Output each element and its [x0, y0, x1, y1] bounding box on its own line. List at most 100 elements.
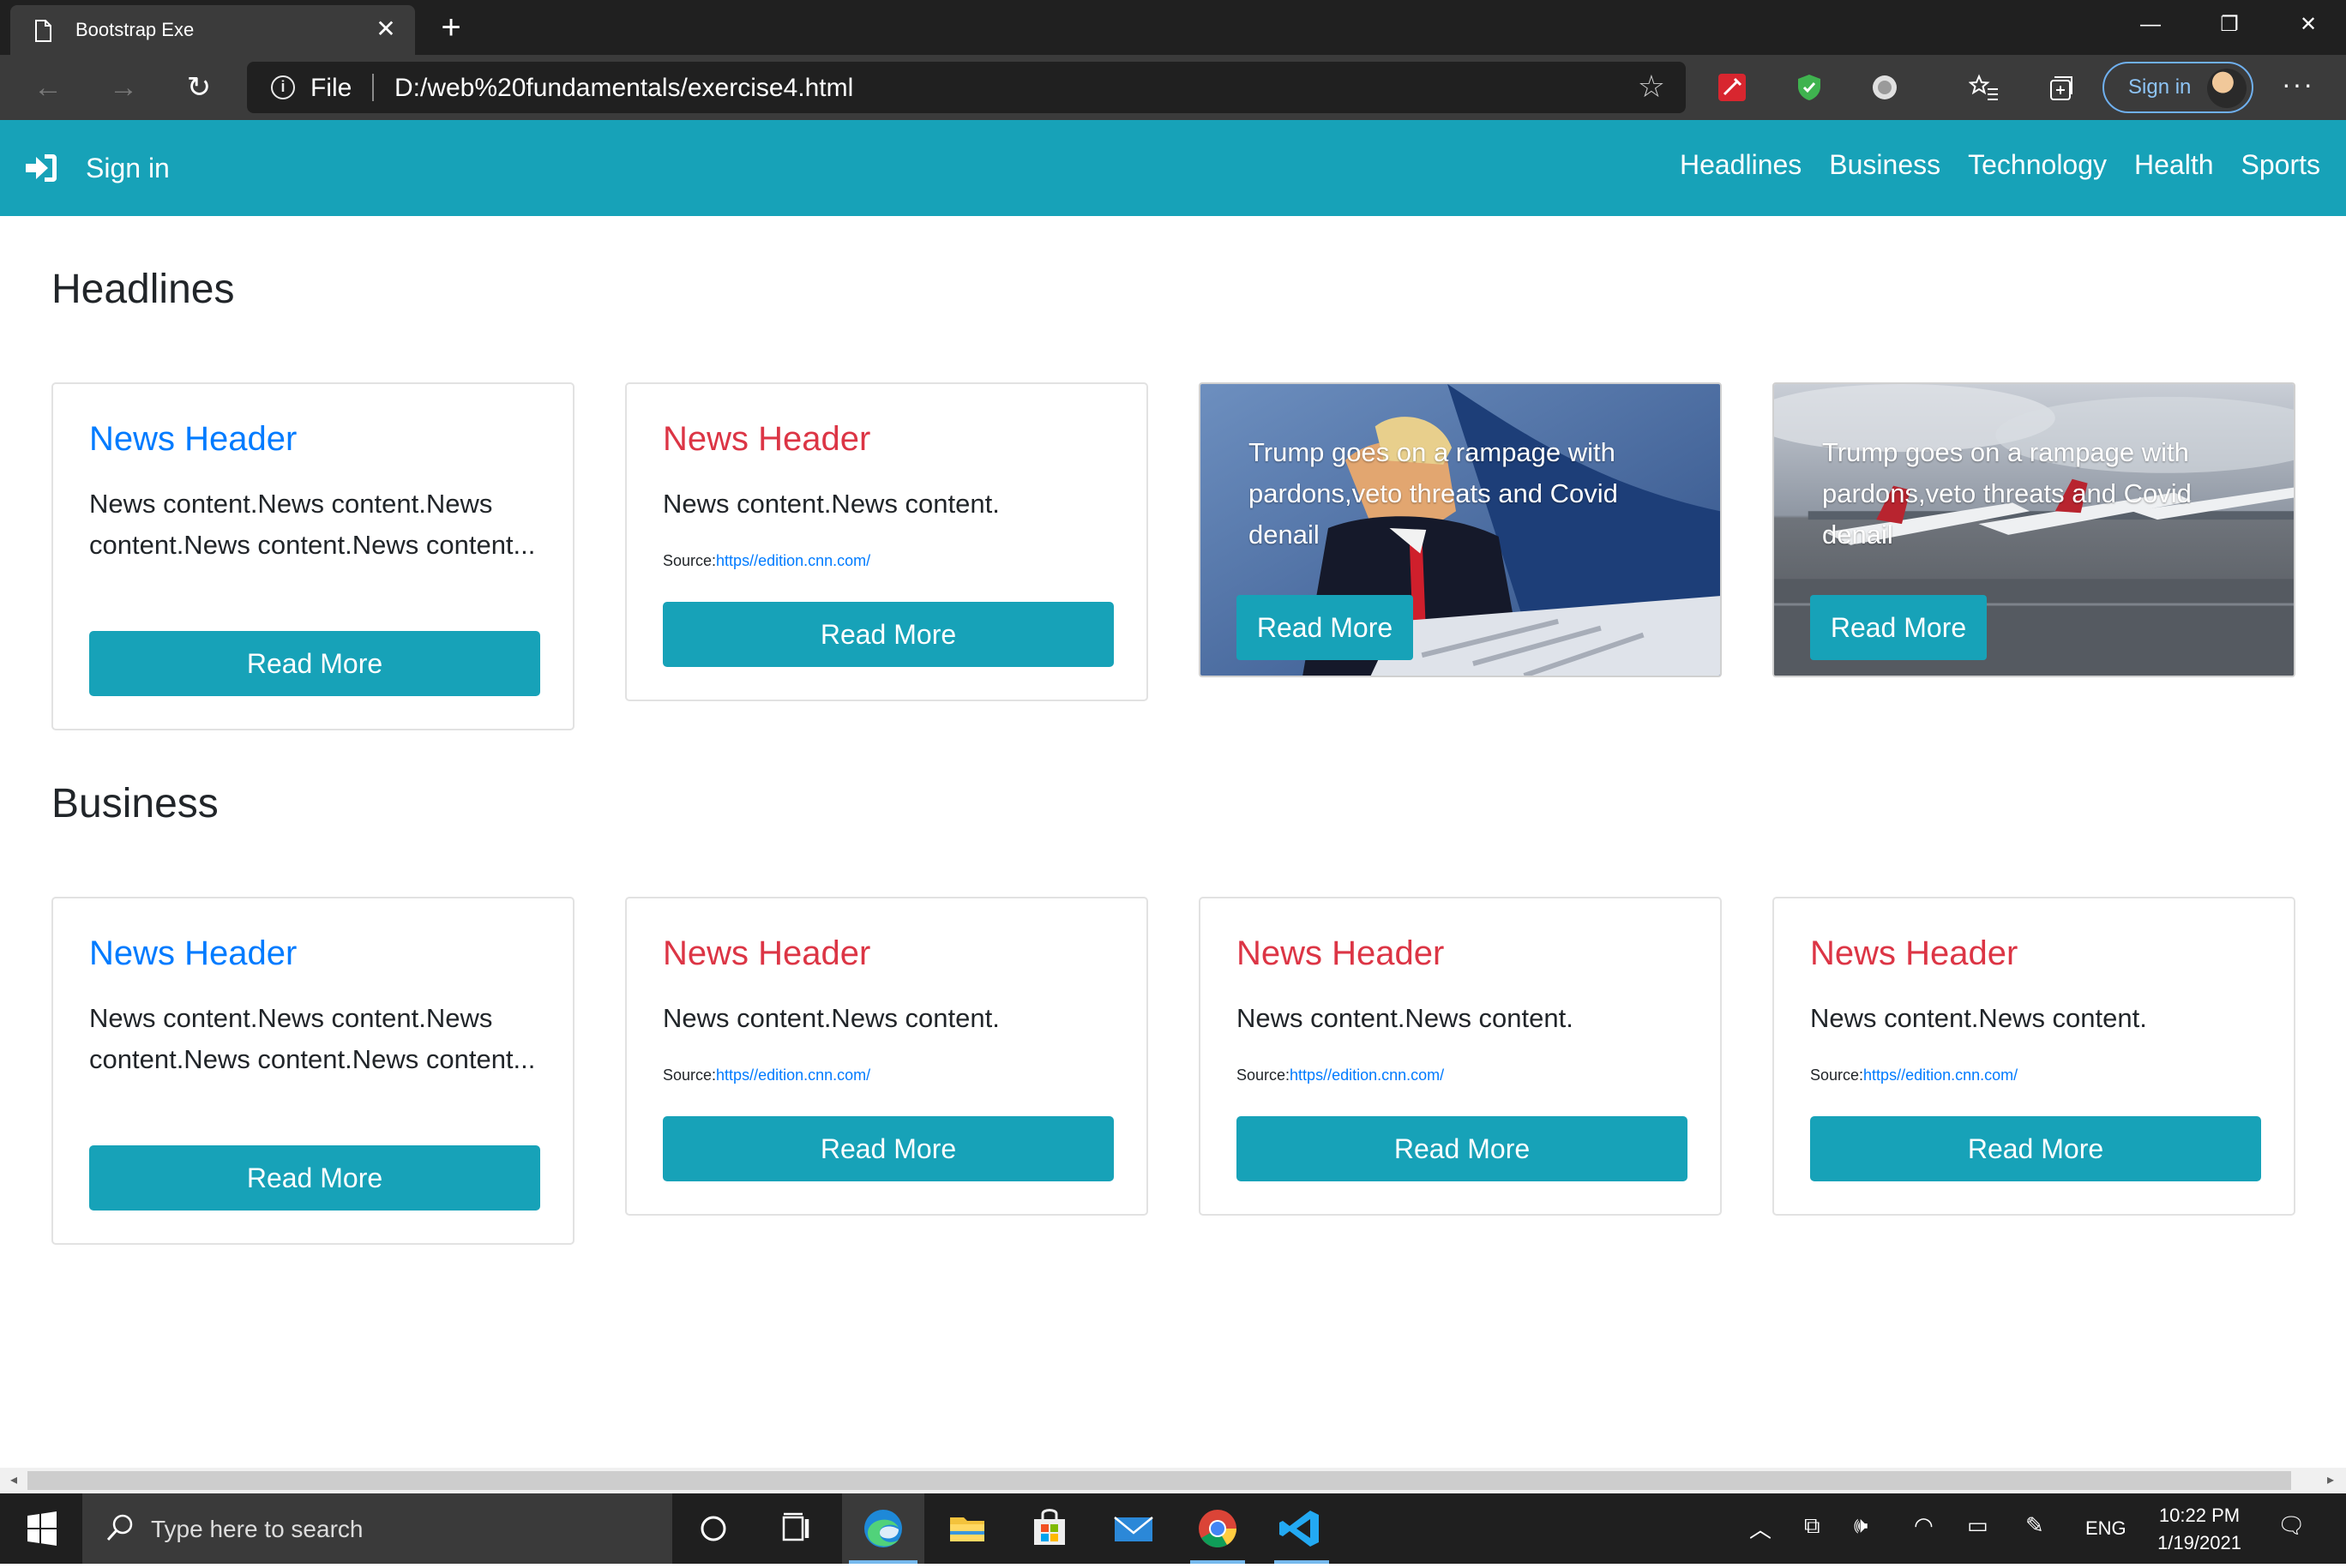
url-scheme: File [310, 74, 352, 102]
address-bar: ← → ↻ i File D:/web%20fundamentals/exerc… [0, 55, 2346, 120]
page-icon [35, 20, 51, 42]
close-tab-icon[interactable]: ✕ [372, 15, 400, 43]
edge-icon [864, 1510, 902, 1547]
business-card: News Header News content.News content.Ne… [51, 897, 574, 1245]
record-icon[interactable] [1869, 72, 1900, 103]
page-viewport: Sign in Headlines Business Technology He… [0, 120, 2346, 1468]
language-indicator[interactable]: ENG [2085, 1517, 2126, 1540]
nav-link-health[interactable]: Health [2134, 149, 2214, 181]
clock[interactable]: 10:22 PM 1/19/2021 [2135, 1502, 2264, 1557]
news-header[interactable]: News Header [663, 934, 870, 973]
source-label: Source: [1810, 1066, 1864, 1084]
url-box[interactable]: i File D:/web%20fundamentals/exercise4.h… [247, 62, 1686, 113]
profile-button[interactable]: Sign in [2102, 62, 2253, 113]
vscode-icon [1279, 1511, 1319, 1547]
scroll-right-icon[interactable]: ▸ [2320, 1468, 2341, 1493]
file-explorer-taskbar[interactable] [926, 1493, 1008, 1564]
cortana-icon[interactable] [672, 1493, 755, 1564]
nav-link-headlines[interactable]: Headlines [1680, 149, 1802, 181]
source-link[interactable]: https//edition.cnn.com/ [1290, 1066, 1444, 1084]
taskbar-search[interactable]: Type here to search [82, 1493, 672, 1564]
source-label: Source: [663, 552, 717, 569]
news-header[interactable]: News Header [1236, 934, 1444, 973]
store-icon [1034, 1509, 1065, 1545]
section-title-business: Business [51, 781, 219, 826]
news-content: News content.News content. [663, 1003, 1000, 1033]
collections-icon[interactable] [2046, 72, 2077, 103]
news-header[interactable]: News Header [89, 934, 297, 973]
show-hidden-icons[interactable]: ︿ [1749, 1512, 1772, 1544]
read-more-button[interactable]: Read More [663, 602, 1114, 667]
read-more-button[interactable]: Read More [663, 1116, 1114, 1181]
sign-in-icon [26, 154, 57, 182]
windows-start-icon[interactable] [0, 1493, 82, 1564]
favorite-star-icon[interactable]: ☆ [1638, 69, 1665, 105]
tab-strip: Bootstrap Exe ✕ + — ❐ ✕ [0, 0, 2346, 55]
battery-icon[interactable]: ▭ [1967, 1512, 1988, 1539]
pen-icon[interactable]: ✎ [2025, 1512, 2044, 1539]
news-header[interactable]: News Header [663, 420, 870, 459]
nav-link-business[interactable]: Business [1829, 149, 1940, 181]
store-taskbar[interactable] [1008, 1493, 1091, 1564]
mail-taskbar[interactable] [1092, 1493, 1175, 1564]
vscode-taskbar[interactable] [1260, 1493, 1343, 1564]
news-header[interactable]: News Header [1810, 934, 2018, 973]
source-link[interactable]: https//edition.cnn.com/ [1863, 1066, 2018, 1084]
notifications-icon[interactable]: 🗨 [2277, 1512, 2306, 1539]
source-line: Source:https//edition.cnn.com/ [663, 1066, 870, 1084]
business-card: News Header News content.News content. S… [1772, 897, 2295, 1216]
favorites-icon[interactable] [1969, 72, 2000, 103]
read-more-button[interactable]: Read More [1810, 1116, 2261, 1181]
restore-button[interactable]: ❐ [2190, 0, 2269, 51]
minimize-button[interactable]: — [2111, 0, 2190, 51]
source-label: Source: [663, 1066, 717, 1084]
read-more-button[interactable]: Read More [89, 1145, 540, 1211]
scrollbar-thumb[interactable] [27, 1471, 2291, 1490]
overlay-headline[interactable]: Trump goes on a rampage with pardons,vet… [1248, 432, 1660, 556]
close-window-button[interactable]: ✕ [2269, 0, 2346, 51]
volume-icon[interactable]: 🕪 [1854, 1512, 1868, 1540]
info-icon[interactable]: i [271, 75, 295, 99]
avatar [2207, 69, 2247, 108]
read-more-button[interactable]: Read More [89, 631, 540, 696]
news-content: News content.News content. [1810, 1003, 2147, 1033]
url-separator [372, 74, 374, 101]
read-more-button[interactable]: Read More [1236, 1116, 1687, 1181]
site-navbar: Sign in Headlines Business Technology He… [0, 120, 2346, 216]
nav-link-technology[interactable]: Technology [1968, 149, 2107, 181]
news-header[interactable]: News Header [89, 420, 297, 459]
new-tab-button[interactable]: + [434, 10, 468, 45]
image-card: Trump goes on a rampage with pardons,vet… [1199, 382, 1722, 677]
running-indicator [1274, 1560, 1329, 1564]
url-text[interactable]: D:/web%20fundamentals/exercise4.html [394, 74, 853, 103]
business-card: News Header News content.News content. S… [625, 897, 1148, 1216]
source-link[interactable]: https//edition.cnn.com/ [716, 1066, 870, 1084]
edge-taskbar-icon[interactable] [842, 1493, 924, 1564]
meet-now-icon[interactable]: ⧉ [1804, 1512, 1820, 1540]
refresh-button[interactable]: ↻ [178, 67, 220, 108]
signin-link[interactable]: Sign in [24, 147, 170, 189]
task-view-icon[interactable] [755, 1493, 837, 1564]
more-options-icon[interactable]: ··· [2277, 67, 2319, 108]
scroll-left-icon[interactable]: ◂ [3, 1468, 24, 1493]
wifi-icon[interactable]: ◠ [1914, 1512, 1934, 1539]
mail-icon [1114, 1517, 1153, 1541]
nav-link-sports[interactable]: Sports [2241, 149, 2320, 181]
forward-button[interactable]: → [103, 67, 144, 108]
back-button[interactable]: ← [27, 67, 69, 108]
extension-red-icon[interactable] [1717, 72, 1747, 103]
source-line: Source:https//edition.cnn.com/ [1810, 1066, 2018, 1084]
source-link[interactable]: https//edition.cnn.com/ [716, 552, 870, 569]
read-more-button[interactable]: Read More [1236, 595, 1413, 660]
chrome-taskbar[interactable] [1176, 1493, 1259, 1564]
business-card: News Header News content.News content. S… [1199, 897, 1722, 1216]
news-content: News content.News content. [663, 489, 1000, 519]
shield-icon[interactable] [1794, 72, 1825, 103]
browser-tab[interactable]: Bootstrap Exe ✕ [10, 5, 415, 55]
overlay-headline[interactable]: Trump goes on a rampage with pardons,vet… [1822, 432, 2234, 556]
search-placeholder: Type here to search [151, 1516, 364, 1542]
headline-card: News Header News content.News content.Ne… [51, 382, 574, 730]
read-more-button[interactable]: Read More [1810, 595, 1987, 660]
headline-card: News Header News content.News content. S… [625, 382, 1148, 701]
horizontal-scrollbar[interactable]: ◂ ▸ [0, 1468, 2346, 1493]
